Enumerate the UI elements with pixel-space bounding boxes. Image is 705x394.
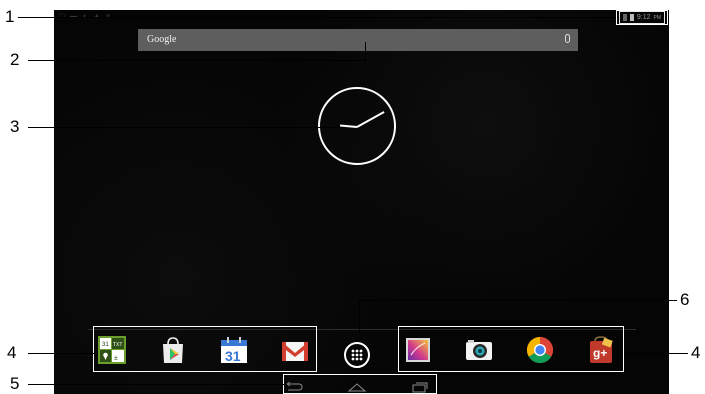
callout-3: 3 <box>10 117 20 136</box>
callout-3-leader <box>28 127 345 128</box>
clock-minute-hand <box>356 111 385 128</box>
callout-2: 2 <box>10 50 20 69</box>
callout-1-leader <box>18 17 616 18</box>
status-area-highlight <box>616 10 668 25</box>
callout-6-leader-vertical <box>359 300 360 332</box>
grid-dots-icon <box>351 349 363 361</box>
callout-5-leader <box>28 384 284 385</box>
callout-5: 5 <box>10 374 20 393</box>
google-search-bar[interactable]: Google <box>138 29 578 51</box>
callout-4-left: 4 <box>7 343 17 362</box>
callout-4-left-leader <box>28 353 94 354</box>
analog-clock-widget[interactable] <box>318 87 396 165</box>
callout-1: 1 <box>5 7 15 26</box>
callout-6: 6 <box>680 290 690 309</box>
callout-4-right-leader <box>624 353 688 354</box>
microphone-icon[interactable] <box>565 34 570 43</box>
search-label: Google <box>147 34 177 45</box>
nav-bar-highlight <box>283 374 437 394</box>
favorites-right-highlight <box>398 326 624 372</box>
all-apps-button[interactable] <box>344 342 370 368</box>
callout-2-leader-vertical <box>365 42 366 61</box>
favorites-left-highlight <box>93 326 317 372</box>
callout-4-right: 4 <box>691 343 701 362</box>
callout-2-leader <box>28 60 365 61</box>
callout-6-leader <box>359 300 677 301</box>
